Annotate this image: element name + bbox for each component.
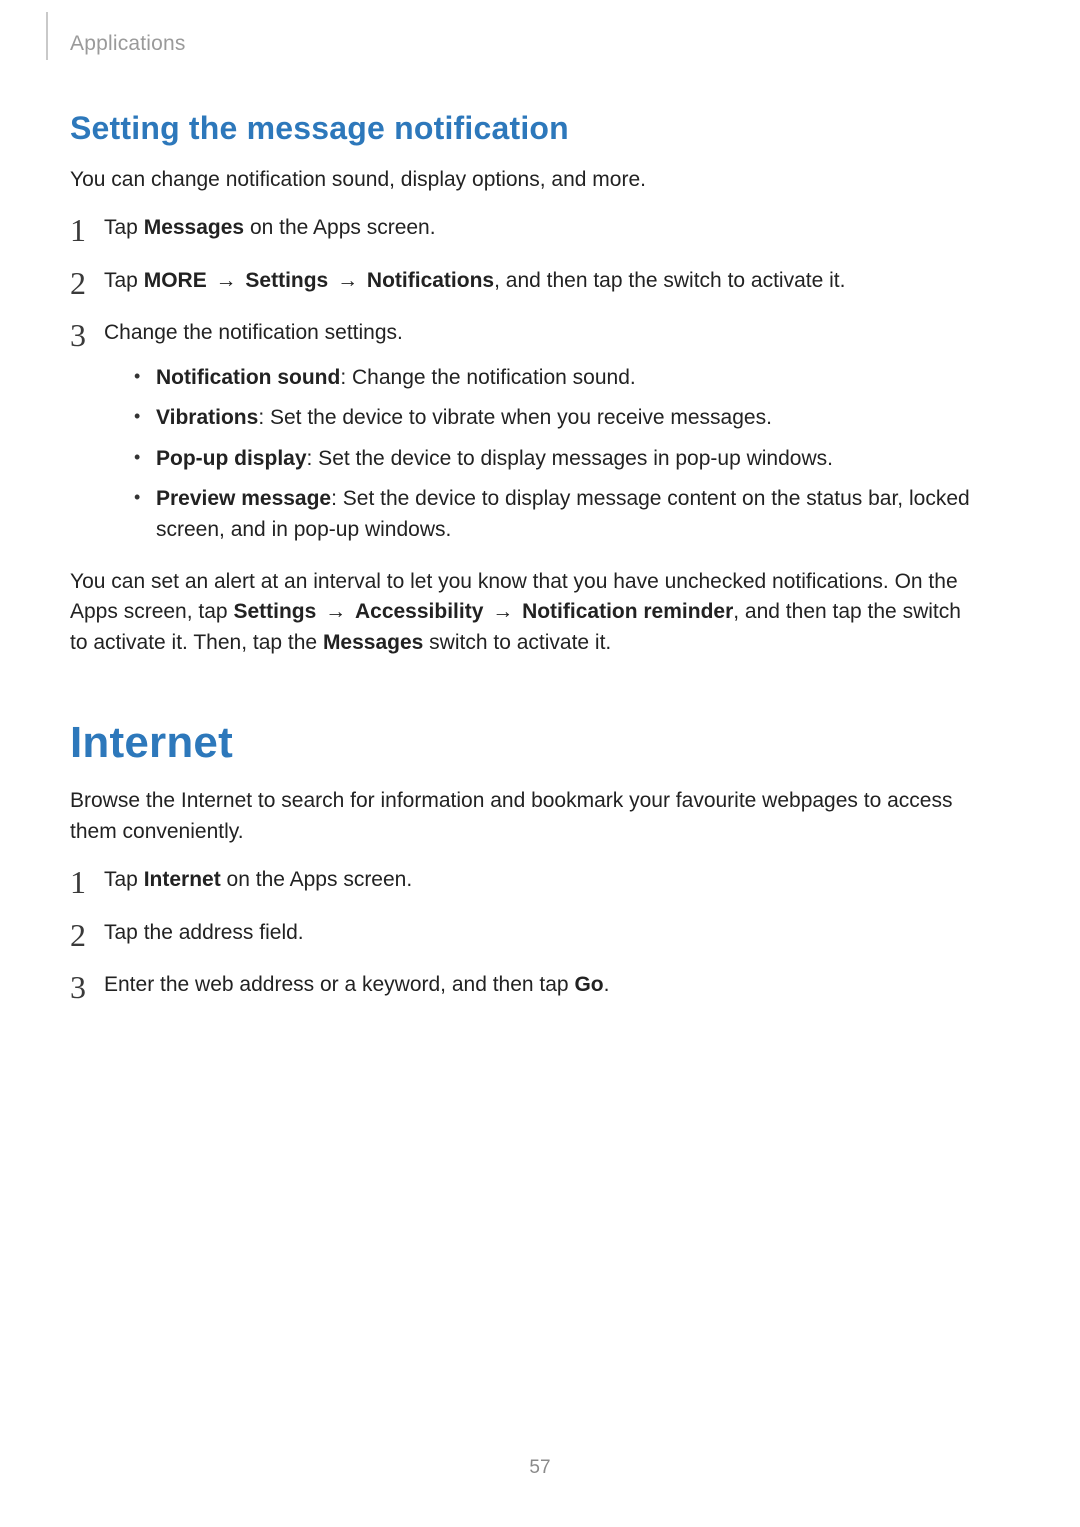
s2-step3-suffix: . (604, 973, 610, 996)
step2-notifications: Notifications (367, 269, 494, 292)
arrow-2: → (328, 269, 367, 292)
bullet-rest: : Set the device to vibrate when you rec… (258, 406, 772, 429)
section2-steps: Tap Internet on the Apps screen. Tap the… (70, 865, 980, 1000)
step1-bold: Messages (144, 216, 244, 239)
s2-step1-prefix: Tap (104, 868, 144, 891)
s2-step3-prefix: Enter the web address or a keyword, and … (104, 973, 574, 996)
bullet-vibrations: Vibrations: Set the device to vibrate wh… (132, 403, 980, 433)
bullet-bold: Notification sound (156, 366, 340, 389)
step1-suffix: on the Apps screen. (244, 216, 435, 239)
section1-steps: Tap Messages on the Apps screen. Tap MOR… (70, 213, 980, 545)
outro-p3: switch to activate it. (423, 631, 611, 654)
step1-prefix: Tap (104, 216, 144, 239)
step-1: Tap Messages on the Apps screen. (70, 213, 980, 243)
arrow-1: → (207, 269, 246, 292)
outro-reminder: Notification reminder (522, 600, 733, 623)
s2-step1-bold: Internet (144, 868, 221, 891)
s2-step1-suffix: on the Apps screen. (221, 868, 412, 891)
arrow-3: → (316, 600, 355, 623)
step3-sublist: Notification sound: Change the notificat… (132, 363, 980, 545)
arrow-icon: → (334, 266, 361, 296)
page-content: Setting the message notification You can… (70, 110, 1010, 1000)
step2-more: MORE (144, 269, 207, 292)
arrow-icon: → (213, 266, 240, 296)
outro-messages: Messages (323, 631, 423, 654)
section-subtitle-notification: Setting the message notification (70, 110, 980, 147)
section-title-internet: Internet (70, 718, 980, 768)
arrow-icon: → (489, 597, 516, 627)
step-2: Tap MORE → Settings → Notifications, and… (70, 266, 980, 296)
bullet-bold: Vibrations (156, 406, 258, 429)
bullet-rest: : Set the device to display messages in … (307, 447, 833, 470)
section1-outro: You can set an alert at an interval to l… (70, 567, 980, 658)
arrow-icon: → (322, 597, 349, 627)
page-number: 57 (0, 1457, 1080, 1479)
step-3: Change the notification settings. Notifi… (70, 318, 980, 545)
step2-settings: Settings (245, 269, 328, 292)
step-3: Enter the web address or a keyword, and … (70, 970, 980, 1000)
step-1: Tap Internet on the Apps screen. (70, 865, 980, 895)
section2-intro: Browse the Internet to search for inform… (70, 786, 980, 847)
arrow-4: → (483, 600, 522, 623)
bullet-bold: Pop-up display (156, 447, 307, 470)
bullet-rest: : Change the notification sound. (340, 366, 635, 389)
step2-suffix: , and then tap the switch to activate it… (494, 269, 845, 292)
step2-prefix: Tap (104, 269, 144, 292)
outro-settings: Settings (233, 600, 316, 623)
step-2: Tap the address field. (70, 918, 980, 948)
bullet-bold: Preview message (156, 487, 331, 510)
section1-intro: You can change notification sound, displ… (70, 165, 980, 195)
s2-step2-text: Tap the address field. (104, 921, 304, 944)
outro-accessibility: Accessibility (355, 600, 483, 623)
breadcrumb: Applications (70, 32, 186, 56)
bullet-notification-sound: Notification sound: Change the notificat… (132, 363, 980, 393)
bullet-popup-display: Pop-up display: Set the device to displa… (132, 444, 980, 474)
page: Applications Setting the message notific… (0, 0, 1080, 1527)
bullet-preview-message: Preview message: Set the device to displ… (132, 484, 980, 545)
s2-step3-bold: Go (574, 973, 603, 996)
step3-text: Change the notification settings. (104, 321, 403, 344)
header-rule (46, 12, 48, 60)
